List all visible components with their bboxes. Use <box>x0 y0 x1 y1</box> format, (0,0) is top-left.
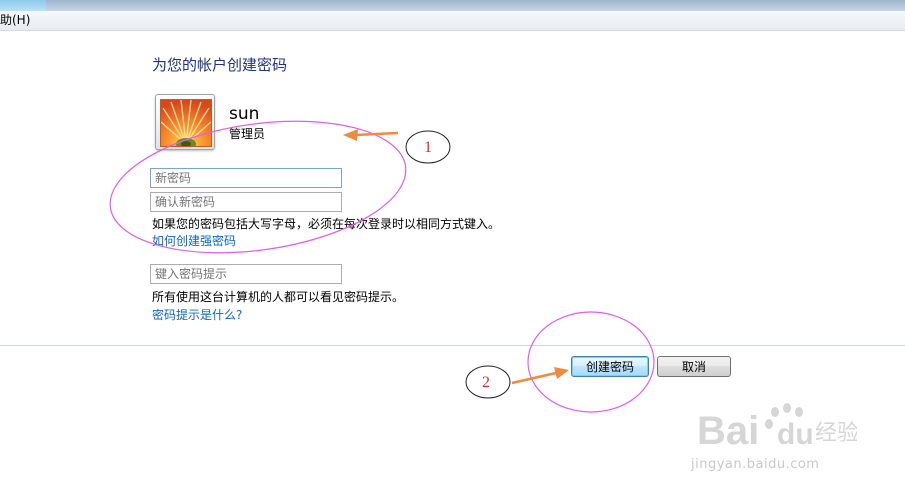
watermark-url: jingyan.baidu.com <box>691 457 820 472</box>
marker-1-label: 1 <box>424 139 432 156</box>
baidu-watermark: Bai du 经验 <box>697 403 857 453</box>
watermark-brand-cn: 经验 <box>815 421 857 446</box>
arrow-1-shaft <box>354 131 399 137</box>
arrow-2-head-icon <box>554 367 569 379</box>
arrow-2-shaft <box>511 371 557 385</box>
arrow-1-head-icon <box>343 129 358 141</box>
highlight-ellipse-2 <box>527 311 655 413</box>
watermark-brand-suffix: du <box>777 418 814 451</box>
watermark-brand: Bai <box>697 409 759 453</box>
marker-2-label: 2 <box>482 374 490 391</box>
highlight-ellipse-1 <box>109 120 407 254</box>
